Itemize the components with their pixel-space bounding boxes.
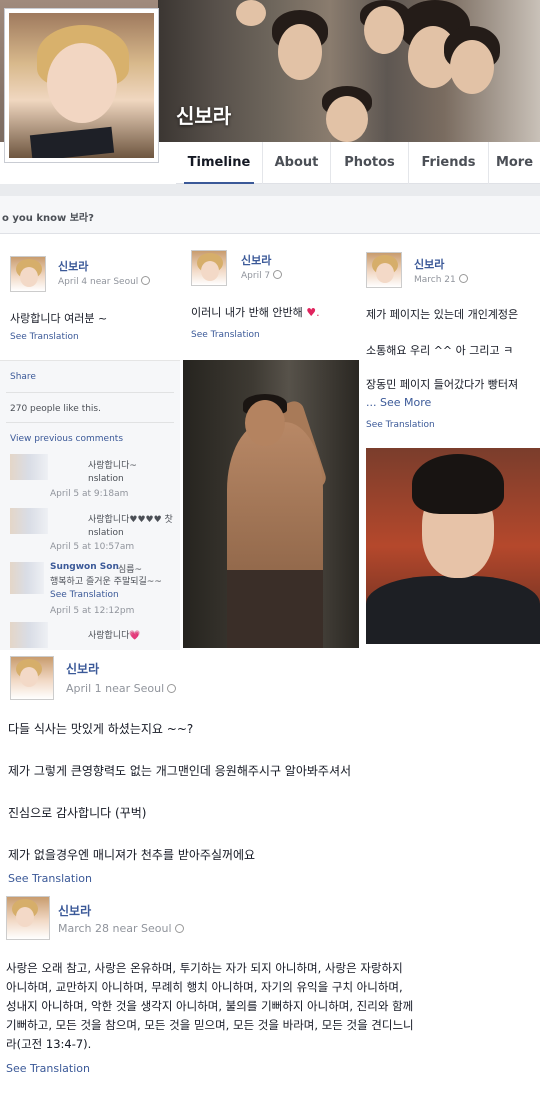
tab-more[interactable]: More bbox=[488, 142, 540, 184]
post-date[interactable]: April 1 near Seoul bbox=[66, 682, 164, 695]
globe-icon bbox=[273, 270, 283, 279]
photo-hair bbox=[412, 454, 504, 514]
comment-translation[interactable]: See Translation bbox=[50, 590, 119, 600]
tab-photos[interactable]: Photos bbox=[330, 142, 408, 184]
comment-time[interactable]: April 5 at 10:57am bbox=[50, 542, 134, 552]
post-card-2: 신보라 April 7 이러니 내가 반해 안반해 ♥. See Transla… bbox=[183, 238, 359, 360]
profile-photo-face bbox=[47, 43, 117, 123]
commenter-avatar-blurred bbox=[10, 454, 48, 480]
avatar[interactable] bbox=[366, 252, 402, 288]
globe-icon bbox=[458, 274, 468, 283]
post-date[interactable]: March 21 bbox=[414, 275, 456, 285]
heart-icon: ♥. bbox=[306, 306, 320, 319]
share-link[interactable]: Share bbox=[10, 372, 36, 382]
see-translation-link[interactable]: See Translation bbox=[10, 332, 79, 342]
post-text-line: 소통해요 우리 ^^ 아 그리고 ㅋ bbox=[366, 344, 514, 357]
photo-pants bbox=[227, 570, 323, 648]
post-text-line: 제가 그렇게 큰영향력도 없는 개그맨인데 응원해주시구 알아봐주셔서 bbox=[8, 764, 352, 778]
post-author[interactable]: 신보라 bbox=[66, 660, 99, 677]
post-text-line: 장동민 페이지 들어갔다가 빵터져 bbox=[366, 378, 519, 391]
divider bbox=[6, 422, 174, 423]
post-author[interactable]: 신보라 bbox=[58, 902, 91, 919]
post-text-line: 아니하며, 교만하지 아니하며, 무례히 행치 아니하며, 자기의 유익을 구치… bbox=[6, 980, 403, 994]
post-meta: March 28 near Seoul bbox=[58, 922, 184, 935]
post-text-line: 성내지 아니하며, 악한 것을 생각지 아니하며, 불의를 기뻐하지 아니하며,… bbox=[6, 999, 414, 1013]
comment-text: 사랑합니다~ bbox=[88, 461, 137, 471]
post-author[interactable]: 신보라 bbox=[414, 256, 444, 272]
tab-about[interactable]: About bbox=[262, 142, 330, 184]
post-text: 이러니 내가 반해 안반해 ♥. bbox=[191, 304, 320, 320]
timeline-post: 신보라 April 1 near Seoul 다들 식사는 맛있게 하셨는지요 … bbox=[0, 650, 540, 890]
avatar[interactable] bbox=[10, 256, 46, 292]
post-text: 사랑합니다 여러분 ~ bbox=[10, 312, 108, 325]
avatar[interactable] bbox=[191, 250, 227, 286]
post-card-3: 신보라 March 21 제가 페이지는 있는데 개인계정은 소통해요 우리 ^… bbox=[362, 238, 540, 444]
timeline-post: 신보라 March 28 near Seoul 사랑은 오래 참고, 사랑은 온… bbox=[0, 892, 540, 1093]
heart-icon: 💗 bbox=[129, 631, 141, 641]
view-previous-comments-link[interactable]: View previous comments bbox=[10, 434, 123, 444]
cover-person-face bbox=[278, 24, 322, 80]
see-translation-link[interactable]: See Translation bbox=[8, 872, 92, 885]
comment-translation[interactable]: nslation bbox=[88, 474, 124, 484]
profile-photo-card bbox=[29, 126, 115, 158]
cover-person-face bbox=[326, 96, 368, 142]
profile-photo bbox=[9, 13, 154, 158]
commenter-avatar-blurred bbox=[10, 508, 48, 534]
globe-icon bbox=[174, 924, 184, 933]
divider bbox=[6, 392, 174, 393]
post-text-line: 제가 없을경우엔 매니져가 천추를 받아주실꺼에요 bbox=[8, 848, 256, 862]
post-text-line: 라(고전 13:4-7). bbox=[6, 1037, 92, 1051]
see-translation-link[interactable]: See Translation bbox=[191, 330, 260, 340]
post-text-line: 사랑은 오래 참고, 사랑은 온유하며, 투기하는 자가 되지 아니하며, 사랑… bbox=[6, 961, 403, 975]
post-text-line: 제가 페이지는 있는데 개인계정은 bbox=[366, 308, 519, 321]
profile-picture[interactable] bbox=[4, 8, 159, 163]
avatar[interactable] bbox=[6, 896, 50, 940]
photo-body bbox=[227, 422, 323, 592]
post-date[interactable]: March 28 near Seoul bbox=[58, 922, 172, 935]
comment-time[interactable]: April 5 at 9:18am bbox=[50, 489, 128, 499]
post-meta: April 4 near Seoul bbox=[58, 276, 151, 287]
comment-text: 사랑합니다♥♥♥♥ 찻 bbox=[88, 515, 173, 525]
post-date[interactable]: April 4 near Seoul bbox=[58, 277, 138, 287]
tab-timeline[interactable]: Timeline bbox=[176, 142, 262, 185]
comment-text: 사랑합니다💗 bbox=[88, 628, 141, 641]
comment-translation[interactable]: nslation bbox=[88, 528, 124, 538]
profile-name[interactable]: 신보라 bbox=[176, 100, 231, 129]
post-photo[interactable] bbox=[366, 448, 540, 644]
photo-suit bbox=[366, 576, 540, 644]
tab-friends[interactable]: Friends bbox=[408, 142, 488, 184]
commenter-avatar-blurred bbox=[10, 622, 48, 648]
post-meta: April 7 bbox=[241, 270, 283, 281]
cover-person-face bbox=[236, 0, 266, 26]
post-card-1: 신보라 April 4 near Seoul 사랑합니다 여러분 ~ See T… bbox=[0, 238, 180, 650]
globe-icon bbox=[141, 276, 151, 285]
see-more-link[interactable]: ... See More bbox=[366, 396, 431, 409]
cover-person-face bbox=[450, 40, 494, 94]
see-translation-link[interactable]: See Translation bbox=[6, 1062, 90, 1075]
post-text-line: 진심으로 감사합니다 (꾸벅) bbox=[8, 806, 147, 820]
commenter-avatar-blurred bbox=[10, 562, 44, 594]
comment-author[interactable]: Sungwon Son bbox=[50, 562, 119, 572]
post-text-line: 기뻐하고, 모든 것을 참으며, 모든 것을 믿으며, 모든 것을 바라며, 모… bbox=[6, 1018, 414, 1032]
post-author[interactable]: 신보라 bbox=[241, 252, 271, 268]
comment-time[interactable]: April 5 at 12:12pm bbox=[50, 606, 134, 616]
cover-person-face bbox=[364, 6, 404, 54]
avatar[interactable] bbox=[10, 656, 54, 700]
post-photo[interactable] bbox=[183, 360, 359, 648]
likes-count[interactable]: 270 people like this. bbox=[10, 404, 101, 414]
do-you-know-heading: o you know 보라? bbox=[0, 196, 540, 234]
post-author[interactable]: 신보라 bbox=[58, 258, 88, 274]
profile-tabs: Timeline About Photos Friends More bbox=[176, 142, 540, 185]
globe-icon bbox=[167, 684, 177, 693]
post-meta: March 21 bbox=[414, 274, 468, 285]
section-divider bbox=[0, 184, 540, 196]
post-meta: April 1 near Seoul bbox=[66, 682, 177, 695]
photo-head bbox=[245, 400, 285, 446]
post-text-line: 다들 식사는 맛있게 하셨는지요 ~~? bbox=[8, 722, 194, 736]
post-date[interactable]: April 7 bbox=[241, 271, 270, 281]
comment-text-line2: 행복하고 즐거운 주말되길~~ bbox=[50, 577, 162, 587]
see-translation-link[interactable]: See Translation bbox=[366, 420, 435, 430]
post-text-body: 이러니 내가 반해 안반해 bbox=[191, 306, 303, 319]
comment-text-body: 사랑합니다 bbox=[88, 631, 130, 641]
